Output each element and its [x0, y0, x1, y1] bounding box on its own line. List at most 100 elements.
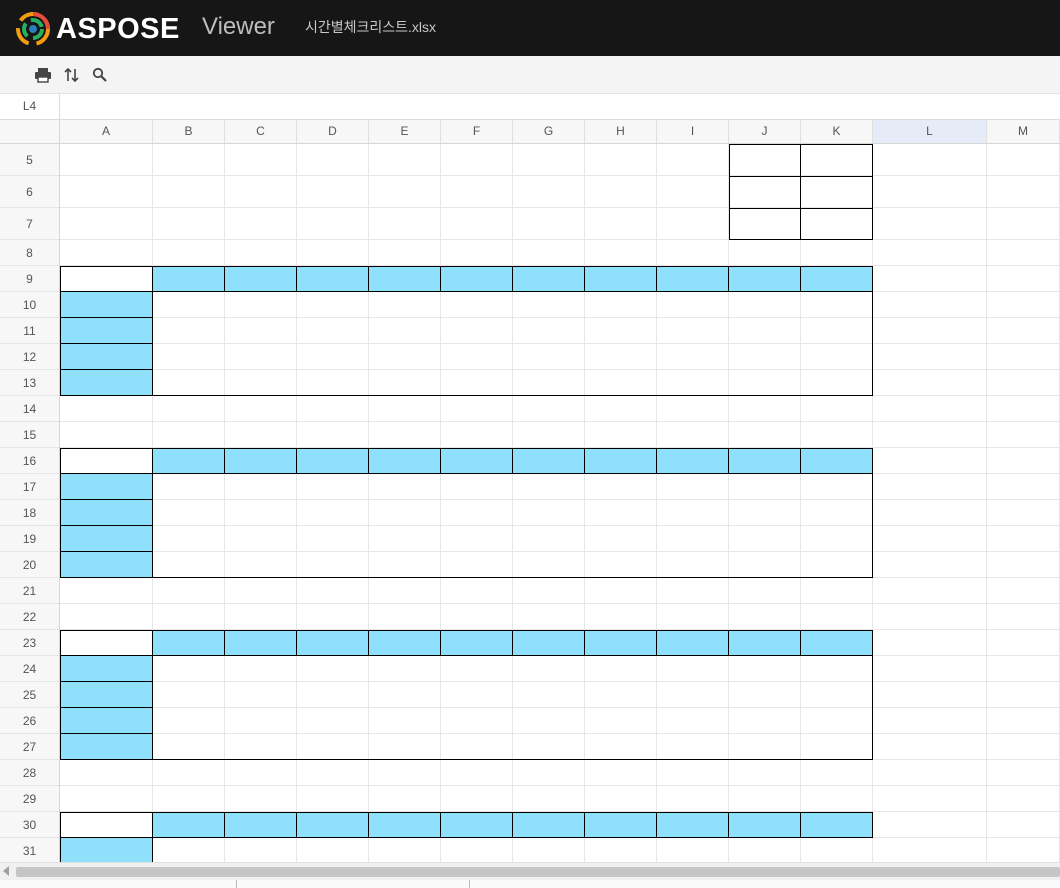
block-column-number: [657, 812, 729, 838]
aspose-logo-icon: [16, 12, 50, 46]
column-header-c[interactable]: C: [225, 120, 297, 143]
block-column-number: [369, 812, 441, 838]
block-column-number: [513, 266, 585, 292]
block-column-number: [297, 266, 369, 292]
block-column-number: [585, 266, 657, 292]
sort-icon[interactable]: [63, 66, 81, 84]
column-header-j[interactable]: J: [729, 120, 801, 143]
row-header-14[interactable]: 14: [0, 396, 59, 422]
sheet-tabs-bar: [0, 880, 1060, 888]
column-header-l[interactable]: L: [873, 120, 987, 143]
block-row-number: [60, 344, 153, 370]
block-column-number: [585, 812, 657, 838]
row-header-13[interactable]: 13: [0, 370, 59, 396]
row-header-26[interactable]: 26: [0, 708, 59, 734]
row-header-16[interactable]: 16: [0, 448, 59, 474]
block-row-number: [60, 656, 153, 682]
row-header-7[interactable]: 7: [0, 208, 59, 240]
row-header-8[interactable]: 8: [0, 240, 59, 266]
summary-label: [729, 208, 801, 240]
block-column-number: [729, 266, 801, 292]
grid-line: [728, 144, 729, 862]
row-header-27[interactable]: 27: [0, 734, 59, 760]
block-column-number: [369, 448, 441, 474]
block-column-number: [297, 448, 369, 474]
column-header-h[interactable]: H: [585, 120, 657, 143]
app-header: ASPOSE Viewer 시간별체크리스트.xlsx: [0, 0, 1060, 56]
block-column-number: [801, 630, 873, 656]
column-l-highlight: [873, 144, 987, 862]
block-column-number: [153, 448, 225, 474]
tab-divider: [469, 880, 470, 888]
row-header-20[interactable]: 20: [0, 552, 59, 578]
app-title: Viewer: [202, 13, 275, 40]
row-header-5[interactable]: 5: [0, 144, 59, 176]
row-header-22[interactable]: 22: [0, 604, 59, 630]
column-header-k[interactable]: K: [801, 120, 873, 143]
block-column-number: [441, 812, 513, 838]
horizontal-scrollbar[interactable]: [0, 862, 1060, 880]
block-column-number: [369, 630, 441, 656]
row-header-9[interactable]: 9: [0, 266, 59, 292]
row-header-24[interactable]: 24: [0, 656, 59, 682]
block-column-number: [297, 630, 369, 656]
block-column-number: [801, 448, 873, 474]
print-icon[interactable]: [34, 66, 52, 84]
row-header-17[interactable]: 17: [0, 474, 59, 500]
row-header-23[interactable]: 23: [0, 630, 59, 656]
block-column-number: [801, 266, 873, 292]
block-row-number: [60, 708, 153, 734]
column-header-i[interactable]: I: [657, 120, 729, 143]
row-header-6[interactable]: 6: [0, 176, 59, 208]
grid-line: [296, 144, 297, 862]
column-header-a[interactable]: A: [60, 120, 153, 143]
block-column-number: [729, 630, 801, 656]
select-all-corner[interactable]: [0, 120, 60, 143]
column-header-m[interactable]: M: [987, 120, 1060, 143]
block-row-number: [60, 318, 153, 344]
row-header-12[interactable]: 12: [0, 344, 59, 370]
block-column-number: [513, 812, 585, 838]
search-icon[interactable]: [91, 66, 109, 84]
row-header-29[interactable]: 29: [0, 786, 59, 812]
block-row-number: [60, 734, 153, 760]
block-column-number: [441, 448, 513, 474]
spreadsheet-grid[interactable]: 5 6 7 8 9 10 11 12 13 14 15 16 17 18 19 20 21 22 23 24 25 26 2…: [0, 144, 1060, 862]
file-name: 시간별체크리스트.xlsx: [305, 19, 437, 35]
block-column-number: [801, 812, 873, 838]
block-column-number: [513, 448, 585, 474]
cell-area[interactable]: [60, 144, 1060, 862]
row-header-11[interactable]: 11: [0, 318, 59, 344]
block-row-number: [60, 292, 153, 318]
row-header-21[interactable]: 21: [0, 578, 59, 604]
row-header-bar: 5 6 7 8 9 10 11 12 13 14 15 16 17 18 19 20 21 22 23 24 25 26 2…: [0, 144, 60, 862]
row-header-10[interactable]: 10: [0, 292, 59, 318]
column-header-b[interactable]: B: [153, 120, 225, 143]
block-column-number: [225, 812, 297, 838]
block-column-number: [585, 630, 657, 656]
block-time-label: [60, 630, 153, 656]
cell-reference-box[interactable]: L4: [0, 94, 60, 119]
row-header-19[interactable]: 19: [0, 526, 59, 552]
call-value: [801, 396, 873, 422]
scrollbar-thumb[interactable]: [16, 867, 1060, 877]
block-column-number: [657, 630, 729, 656]
column-header-e[interactable]: E: [369, 120, 441, 143]
row-header-30[interactable]: 30: [0, 812, 59, 838]
grid-line: [656, 144, 657, 862]
grid-line: [584, 144, 585, 862]
scroll-left-icon[interactable]: [3, 866, 9, 876]
row-header-28[interactable]: 28: [0, 760, 59, 786]
column-header-g[interactable]: G: [513, 120, 585, 143]
row-header-18[interactable]: 18: [0, 500, 59, 526]
row-header-25[interactable]: 25: [0, 682, 59, 708]
block-row-number: [60, 838, 153, 862]
column-header-f[interactable]: F: [441, 120, 513, 143]
block-column-number: [729, 448, 801, 474]
summary-label: [729, 144, 801, 176]
row-header-15[interactable]: 15: [0, 422, 59, 448]
block-column-number: [441, 630, 513, 656]
row-header-31[interactable]: 31: [0, 838, 59, 862]
column-header-d[interactable]: D: [297, 120, 369, 143]
block-column-number: [225, 448, 297, 474]
